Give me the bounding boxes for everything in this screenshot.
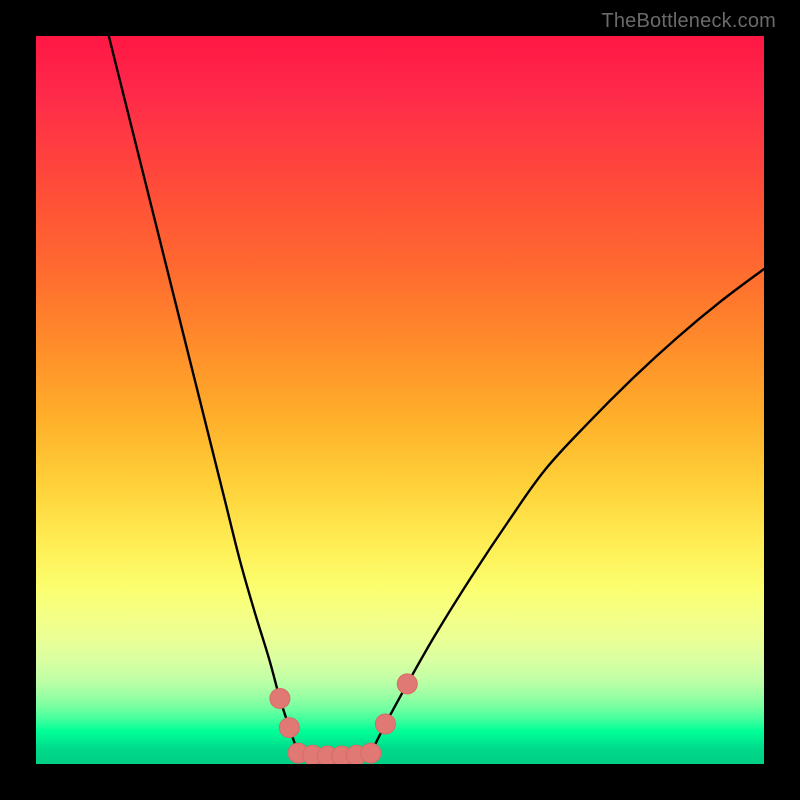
bottleneck-curve bbox=[109, 36, 764, 756]
data-marker bbox=[375, 714, 395, 734]
data-marker bbox=[397, 674, 417, 694]
data-marker bbox=[279, 718, 299, 738]
plot-area bbox=[36, 36, 764, 764]
data-marker bbox=[361, 743, 381, 763]
data-marker bbox=[270, 688, 290, 708]
watermark-text: TheBottleneck.com bbox=[601, 10, 776, 33]
chart-frame: TheBottleneck.com bbox=[0, 0, 800, 800]
curve-layer bbox=[36, 36, 764, 764]
